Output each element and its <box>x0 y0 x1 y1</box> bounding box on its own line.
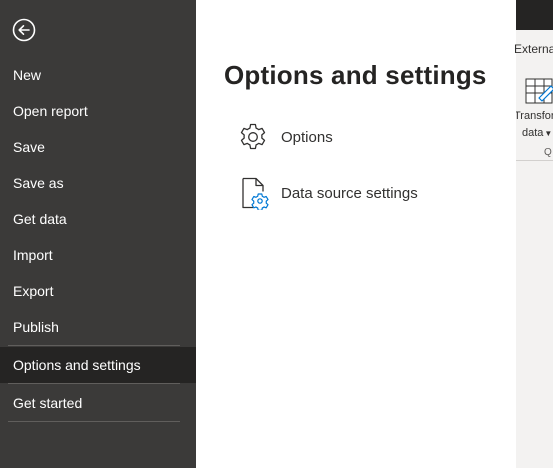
queries-section-label: Q <box>544 147 552 158</box>
nav-divider <box>8 383 180 384</box>
backstage-nav: New Open report Save Save as Get data Im… <box>0 0 196 468</box>
nav-item-label: Options and settings <box>13 357 141 373</box>
nav-item-new[interactable]: New <box>0 57 196 93</box>
nav-item-export[interactable]: Export <box>0 273 196 309</box>
nav-item-label: Publish <box>13 319 59 335</box>
external-data-group-label: Externa <box>514 42 553 56</box>
nav-item-save[interactable]: Save <box>0 129 196 165</box>
nav-item-label: Get data <box>13 211 67 227</box>
title-bar <box>516 0 553 30</box>
nav-item-import[interactable]: Import <box>0 237 196 273</box>
back-arrow-icon <box>12 18 36 42</box>
nav-item-label: Import <box>13 247 53 263</box>
data-source-settings-icon <box>236 176 270 210</box>
nav-divider <box>8 421 180 422</box>
transform-data-label-line2: data▼ <box>522 127 552 139</box>
nav-divider <box>8 345 180 346</box>
data-source-settings-button[interactable]: Data source settings <box>236 173 496 213</box>
gear-icon <box>236 120 270 154</box>
nav-item-save-as[interactable]: Save as <box>0 165 196 201</box>
transform-data-icon <box>525 78 553 104</box>
nav-item-open-report[interactable]: Open report <box>0 93 196 129</box>
page-title: Options and settings <box>224 60 487 90</box>
nav-item-label: Export <box>13 283 54 299</box>
options-panel: Options and settings Options Data source… <box>196 0 516 468</box>
nav-item-publish[interactable]: Publish <box>0 309 196 345</box>
nav-item-label: Save <box>13 139 45 155</box>
nav-item-options-and-settings[interactable]: Options and settings <box>0 347 196 383</box>
transform-data-label-line1: Transfor <box>516 110 553 122</box>
nav-item-label: Open report <box>13 103 88 119</box>
nav-item-label: Save as <box>13 175 64 191</box>
back-button[interactable] <box>12 18 36 42</box>
transform-data-group: Transfor data▼ Q <box>516 64 553 161</box>
nav-item-get-started[interactable]: Get started <box>0 385 196 421</box>
data-source-settings-label: Data source settings <box>281 184 418 202</box>
nav-item-get-data[interactable]: Get data <box>0 201 196 237</box>
options-button[interactable]: Options <box>236 117 496 157</box>
options-label: Options <box>281 128 333 146</box>
nav-item-label: New <box>13 67 42 83</box>
nav-item-label: Get started <box>13 395 83 411</box>
chevron-down-icon: ▼ <box>544 129 553 138</box>
transform-data-label-text: data <box>522 127 544 139</box>
